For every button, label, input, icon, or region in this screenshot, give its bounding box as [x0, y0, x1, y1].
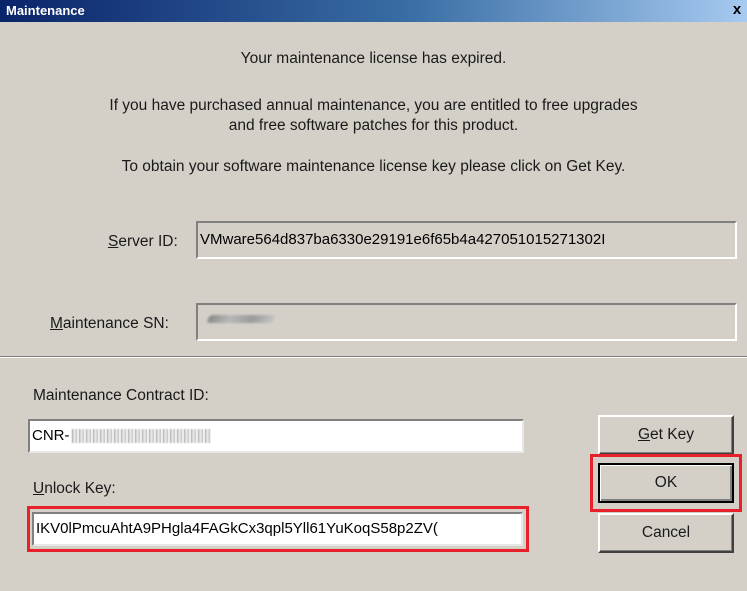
server-id-field[interactable]: VMware564d837ba6330e29191e6f65b4a4270510… — [196, 221, 737, 259]
upgrade-message-line2: and free software patches for this produ… — [228, 117, 519, 134]
contract-id-input[interactable]: CNR- — [28, 419, 524, 453]
title-bar: Maintenance x — [0, 0, 747, 22]
server-id-label: Server ID: — [108, 233, 178, 250]
unlock-key-label: Unlock Key: — [33, 480, 116, 497]
window-title: Maintenance — [6, 3, 85, 18]
maintenance-sn-label: Maintenance SN: — [50, 315, 169, 332]
separator — [0, 356, 747, 358]
ok-button-highlight — [590, 454, 742, 512]
expired-message: Your maintenance license has expired. — [240, 50, 507, 67]
maintenance-sn-field[interactable] — [196, 303, 737, 341]
get-key-button[interactable]: Get Key — [598, 415, 734, 455]
get-key-instruction: To obtain your software maintenance lice… — [121, 158, 626, 175]
unlock-key-highlight — [27, 506, 529, 552]
close-icon[interactable]: x — [729, 1, 745, 19]
contract-id-label: Maintenance Contract ID: — [33, 387, 209, 404]
redacted-contract-id — [71, 429, 212, 444]
redacted-serial — [206, 315, 276, 323]
upgrade-message-line1: If you have purchased annual maintenance… — [109, 97, 638, 114]
cancel-button[interactable]: Cancel — [598, 513, 734, 553]
